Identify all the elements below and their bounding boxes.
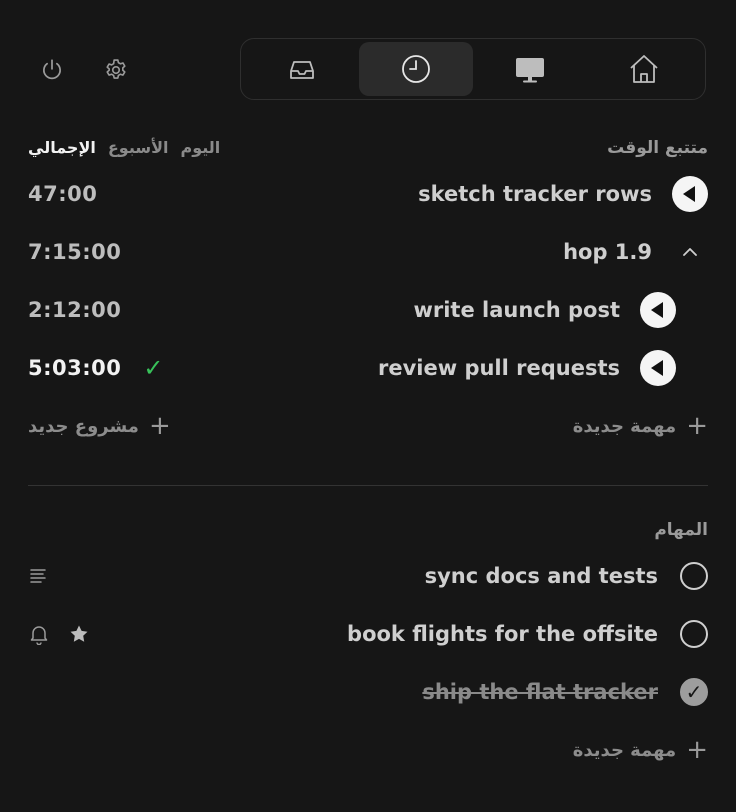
row-name: sketch tracker rows [418, 182, 652, 206]
new-task-button[interactable]: + مهمة جديدة [573, 413, 708, 439]
task-row: sync docs and tests [28, 556, 708, 596]
chevron-up-icon[interactable] [672, 234, 708, 270]
tab-week[interactable]: الأسبوع [108, 138, 169, 157]
time-tracker-app: متتبع الوقت اليوم الأسبوع الإجمالي 47:00… [0, 0, 736, 812]
new-task-label: مهمة جديدة [572, 739, 677, 761]
new-project-label: مشروع جديد [28, 415, 139, 437]
nav-inbox[interactable] [245, 42, 359, 96]
task-checkbox[interactable] [680, 620, 708, 648]
row-time: 5:03:00 [28, 356, 122, 380]
tracker-row: 47:00 sketch tracker rows [28, 174, 708, 214]
row-time: 7:15:00 [28, 240, 122, 264]
tab-total[interactable]: الإجمالي [28, 138, 96, 157]
star-icon[interactable] [68, 623, 90, 645]
nav-monitor[interactable] [473, 42, 587, 96]
plus-icon: + [686, 411, 708, 441]
nav-home[interactable] [587, 42, 701, 96]
new-project-button[interactable]: + مشروع جديد [28, 413, 171, 439]
power-icon[interactable] [38, 56, 66, 84]
task-add-row: + مهمة جديدة [28, 730, 708, 770]
row-name: review pull requests [378, 356, 620, 380]
tracker-add-row: + مشروع جديد + مهمة جديدة [28, 406, 708, 446]
tab-today[interactable]: اليوم [180, 138, 220, 157]
range-tabs: اليوم الأسبوع الإجمالي [28, 138, 220, 157]
task-checkbox[interactable] [680, 562, 708, 590]
tracker-row: 2:12:00 write launch post [28, 290, 676, 330]
row-name: write launch post [413, 298, 620, 322]
plus-icon: + [148, 411, 171, 441]
play-button[interactable] [640, 292, 676, 328]
check-icon: ✓ [143, 354, 164, 382]
main-nav [240, 38, 706, 100]
tracker-row: 5:03:00 ✓ review pull requests [28, 348, 676, 388]
task-name: ship the flat tracker [422, 680, 658, 704]
clock-icon [402, 55, 430, 83]
tracker-project-row: 7:15:00 hop 1.9 [28, 232, 708, 272]
row-time: 2:12:00 [28, 298, 122, 322]
divider [28, 485, 708, 486]
task-name: book flights for the offsite [347, 622, 658, 646]
notes-icon[interactable] [28, 565, 50, 587]
tracker-title: متتبع الوقت [607, 138, 708, 158]
task-checkbox-checked[interactable] [680, 678, 708, 706]
new-task-button[interactable]: + مهمة جديدة [573, 737, 708, 763]
row-name: hop 1.9 [563, 240, 652, 264]
row-time: 47:00 [28, 182, 98, 206]
play-button[interactable] [672, 176, 708, 212]
tasks-title: المهام [654, 520, 708, 540]
task-row: book flights for the offsite [28, 614, 708, 654]
bell-icon[interactable] [28, 623, 50, 646]
nav-clock[interactable] [359, 42, 473, 96]
home-icon [630, 55, 658, 83]
gear-icon[interactable] [102, 56, 130, 84]
plus-icon: + [686, 735, 708, 765]
monitor-icon [516, 58, 544, 83]
play-button[interactable] [640, 350, 676, 386]
new-task-label: مهمة جديدة [572, 415, 677, 437]
inbox-icon [290, 61, 314, 79]
task-name: sync docs and tests [424, 564, 658, 588]
task-row: ship the flat tracker [28, 672, 708, 712]
